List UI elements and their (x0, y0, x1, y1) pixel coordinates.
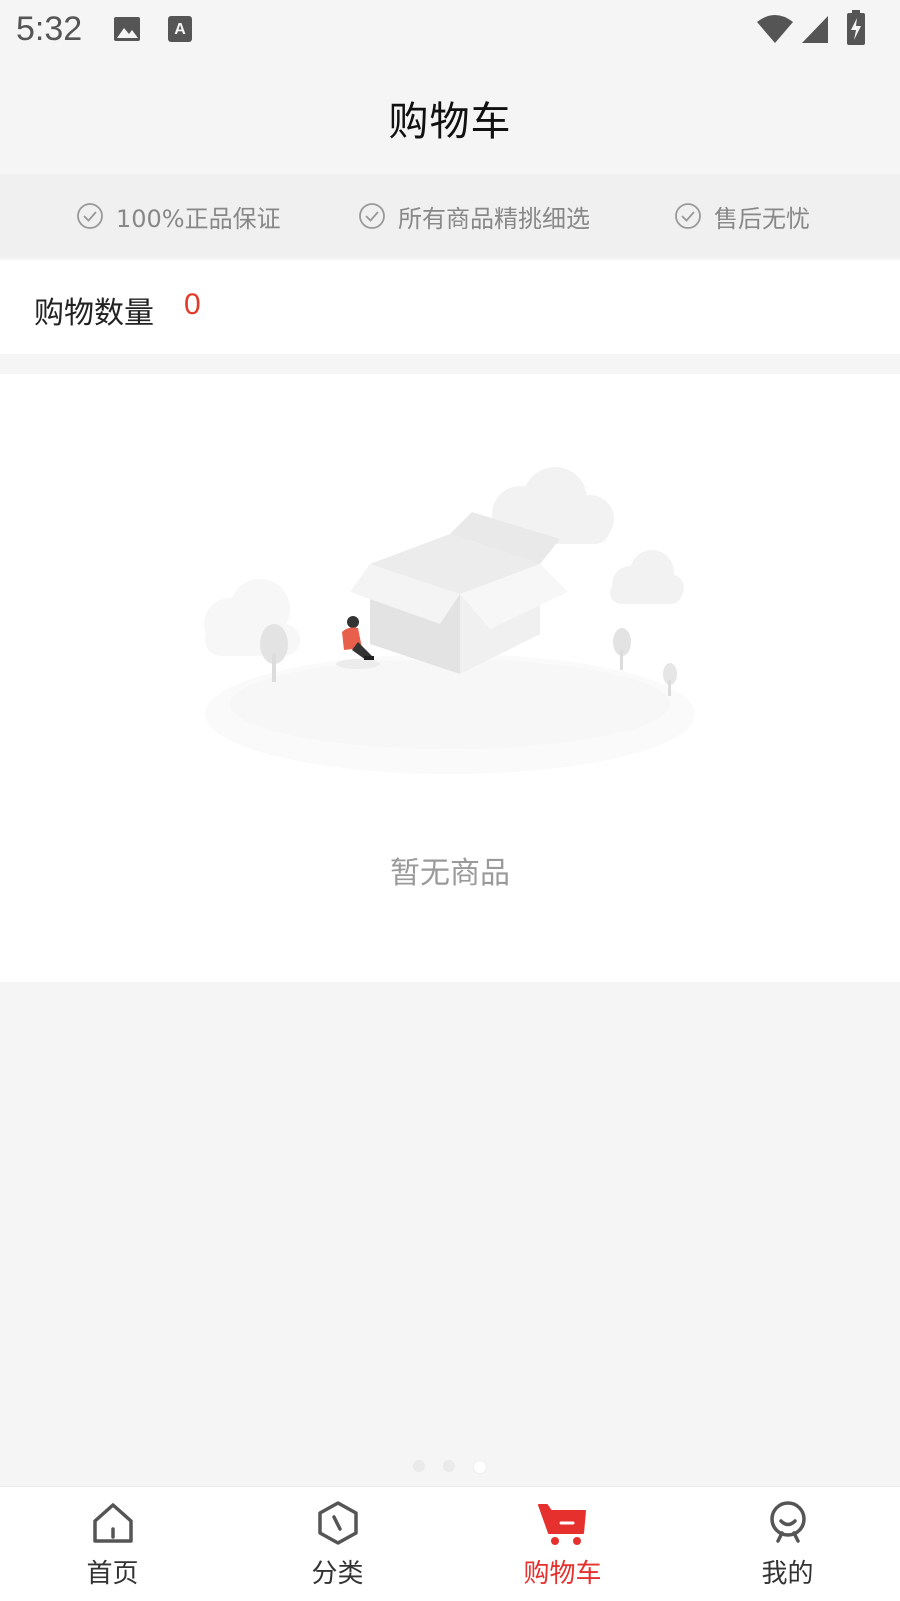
category-icon (317, 1501, 358, 1545)
tab-label: 首页 (86, 1559, 139, 1589)
tab-profile[interactable]: 我的 (675, 1487, 900, 1601)
cart-icon (537, 1504, 586, 1545)
tab-category[interactable]: 分类 (225, 1487, 450, 1601)
bottom-tab-bar: 首页 分类 购物车 我的 (0, 1486, 900, 1601)
check-circle-icon (675, 203, 701, 229)
page-indicator (0, 1460, 900, 1476)
cart-count-label: 购物数量 (34, 296, 154, 331)
page-dot-active (473, 1460, 487, 1474)
header: 购物车 (0, 62, 900, 174)
text-a-icon: A (166, 14, 194, 48)
empty-cart-card: 暂无商品 (0, 374, 900, 982)
tab-home[interactable]: 首页 (0, 1487, 225, 1601)
guarantee-item-selected: 所有商品精挑细选 (358, 198, 590, 234)
cart-count-value: 0 (184, 288, 201, 321)
guarantee-label: 所有商品精挑细选 (398, 204, 590, 233)
status-time: 5:32 (16, 10, 83, 48)
guarantee-label: 100%正品保证 (116, 204, 281, 233)
status-bar: 5:32 A (0, 0, 900, 62)
wifi-icon (756, 14, 794, 48)
empty-box-illustration (204, 467, 695, 774)
image-icon (112, 14, 142, 48)
guarantee-item-aftersales: 售后无忧 (674, 198, 810, 234)
cart-count-row: 购物数量 0 (0, 260, 900, 354)
guarantee-bar: 100%正品保证 所有商品精挑细选 售后无忧 (0, 174, 900, 258)
guarantee-item-authentic: 100%正品保证 (76, 198, 281, 234)
battery-charging-icon (846, 10, 866, 50)
profile-icon (769, 1501, 806, 1543)
signal-icon (800, 14, 830, 48)
check-circle-icon (359, 203, 385, 229)
svg-text:A: A (174, 21, 186, 38)
tab-label: 我的 (761, 1559, 814, 1589)
page-dot (443, 1460, 455, 1472)
check-circle-icon (77, 203, 103, 229)
guarantee-label: 售后无忧 (714, 204, 810, 233)
page-dot (413, 1460, 425, 1472)
page-title: 购物车 (388, 99, 512, 145)
home-icon (92, 1503, 133, 1543)
tab-label: 购物车 (523, 1559, 602, 1589)
tab-label: 分类 (311, 1559, 364, 1589)
tab-cart[interactable]: 购物车 (450, 1487, 675, 1601)
empty-cart-text: 暂无商品 (390, 856, 510, 891)
